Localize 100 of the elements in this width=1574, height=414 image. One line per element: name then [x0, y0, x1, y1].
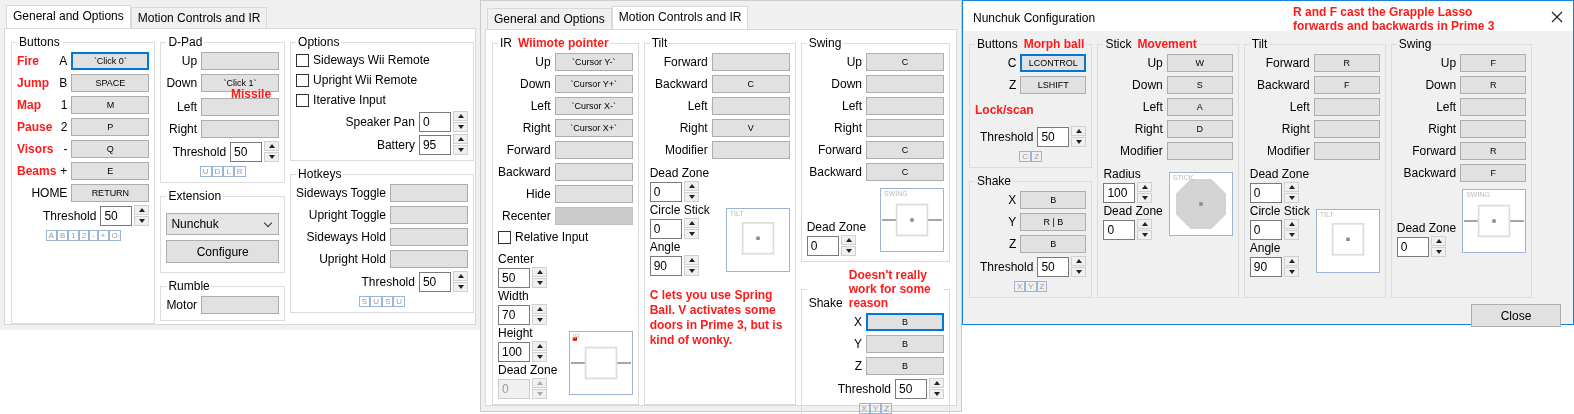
checkbox[interactable]: Iterative Input [296, 91, 468, 109]
spin-up-button[interactable] [683, 218, 699, 228]
spin-up-button[interactable] [1137, 219, 1153, 229]
binding-button[interactable]: `Cursor X-` [554, 97, 633, 115]
spin-down-button[interactable] [1071, 267, 1087, 277]
close-icon[interactable] [1551, 11, 1563, 23]
binding-button[interactable]: F [1460, 164, 1527, 182]
number-field[interactable]: 50 [895, 378, 927, 399]
binding-button[interactable]: LCONTROL [1020, 54, 1087, 72]
spin-down-button[interactable] [532, 315, 547, 325]
checkbox[interactable]: Sideways Wii Remote [296, 51, 468, 69]
binding-button[interactable]: V [711, 119, 790, 137]
close-button[interactable]: Close [1471, 304, 1561, 327]
binding-button[interactable]: P [71, 118, 150, 136]
binding-button[interactable]: C [866, 53, 944, 71]
spin-down-button[interactable] [683, 266, 699, 276]
tab[interactable]: General and Options [6, 5, 131, 28]
spin-up-button[interactable] [683, 181, 699, 191]
number-field[interactable]: 0 [418, 111, 451, 132]
spin-down-button[interactable] [264, 152, 280, 162]
binding-button[interactable]: `Cursor Y+` [554, 75, 633, 93]
number-field[interactable]: 0 [1103, 219, 1136, 240]
binding-button[interactable]: R [1460, 142, 1527, 160]
number-field[interactable]: 50 [1037, 126, 1070, 147]
spin-down-button[interactable] [134, 216, 150, 226]
binding-button[interactable]: `Cursor Y-` [554, 53, 633, 71]
spin-up-button[interactable] [1430, 236, 1446, 246]
tab[interactable]: Motion Controls and IR [130, 7, 268, 28]
spin-down-button[interactable] [1137, 193, 1153, 203]
number-field[interactable]: 0 [649, 181, 682, 202]
checkbox[interactable]: Upright Wii Remote [296, 71, 468, 89]
binding-button[interactable]: A [1166, 98, 1233, 116]
spin-down-button[interactable] [452, 145, 468, 155]
binding-button[interactable]: F [1313, 76, 1380, 94]
spin-down-button[interactable] [1430, 247, 1446, 257]
spin-down-button[interactable] [683, 229, 699, 239]
spin-up-button[interactable] [1283, 256, 1299, 266]
number-field[interactable]: 70 [498, 304, 530, 325]
binding-button[interactable]: R | B [1020, 213, 1087, 231]
number-field[interactable]: 95 [418, 134, 451, 155]
extension-dropdown[interactable]: Nunchuk [166, 213, 280, 235]
spin-down-button[interactable] [1283, 230, 1299, 240]
binding-button[interactable]: Q [71, 140, 150, 158]
spin-down-button[interactable] [840, 246, 856, 256]
binding-button[interactable]: B [1020, 235, 1087, 253]
spin-up-button[interactable] [532, 267, 547, 277]
number-field[interactable]: 50 [230, 141, 263, 162]
spin-down-button[interactable] [1071, 137, 1087, 147]
tab[interactable]: General and Options [487, 8, 612, 29]
configure-button[interactable]: Configure [166, 240, 280, 263]
binding-button[interactable]: B [866, 313, 944, 331]
number-field[interactable]: 50 [498, 267, 530, 288]
spin-up-button[interactable] [264, 141, 280, 151]
binding-button[interactable]: `Click 0` [71, 52, 150, 70]
number-field[interactable]: 0 [649, 218, 682, 239]
spin-up-button[interactable] [683, 255, 699, 265]
number-field[interactable]: 0 [806, 235, 839, 256]
spin-up-button[interactable] [1283, 182, 1299, 192]
number-field[interactable]: 90 [1249, 256, 1282, 277]
spin-down-button[interactable] [532, 278, 547, 288]
binding-button[interactable]: C [711, 75, 790, 93]
binding-button[interactable]: B [1020, 191, 1087, 209]
checkbox[interactable]: Relative Input [498, 228, 633, 246]
spin-up-button[interactable] [134, 205, 150, 215]
spin-down-button[interactable] [532, 352, 547, 362]
spin-up-button[interactable] [1071, 126, 1087, 136]
number-field[interactable]: 0 [1249, 182, 1282, 203]
binding-button[interactable]: E [71, 162, 150, 180]
binding-button[interactable]: B [866, 335, 944, 353]
spin-up-button[interactable] [840, 235, 856, 245]
spin-up-button[interactable] [532, 341, 547, 351]
spin-up-button[interactable] [1137, 182, 1153, 192]
binding-button[interactable]: C [866, 141, 944, 159]
number-field[interactable]: 100 [498, 341, 530, 362]
spin-up-button[interactable] [929, 378, 944, 388]
spin-down-button[interactable] [683, 192, 699, 202]
number-field[interactable]: 90 [649, 255, 682, 276]
number-field[interactable]: 0 [1396, 236, 1429, 257]
spin-down-button[interactable] [452, 282, 468, 292]
binding-button[interactable]: LSHIFT [1020, 76, 1087, 94]
spin-up-button[interactable] [452, 134, 468, 144]
spin-down-button[interactable] [1283, 267, 1299, 277]
binding-button[interactable]: B [866, 357, 944, 375]
binding-button[interactable]: SPACE [71, 74, 150, 92]
binding-button[interactable]: S [1166, 76, 1233, 94]
binding-button[interactable]: W [1166, 54, 1233, 72]
spin-up-button[interactable] [452, 271, 468, 281]
number-field[interactable]: 50 [100, 205, 133, 226]
binding-button[interactable]: `Cursor X+` [554, 119, 633, 137]
binding-button[interactable]: D [1166, 120, 1233, 138]
number-field[interactable]: 100 [1103, 182, 1136, 203]
spin-down-button[interactable] [1283, 193, 1299, 203]
spin-down-button[interactable] [452, 122, 468, 132]
number-field[interactable]: 50 [1037, 256, 1070, 277]
spin-up-button[interactable] [452, 111, 468, 121]
spin-up-button[interactable] [1283, 219, 1299, 229]
spin-down-button[interactable] [1137, 230, 1153, 240]
binding-button[interactable]: M [71, 96, 150, 114]
number-field[interactable]: 50 [418, 271, 451, 292]
spin-up-button[interactable] [1071, 256, 1087, 266]
